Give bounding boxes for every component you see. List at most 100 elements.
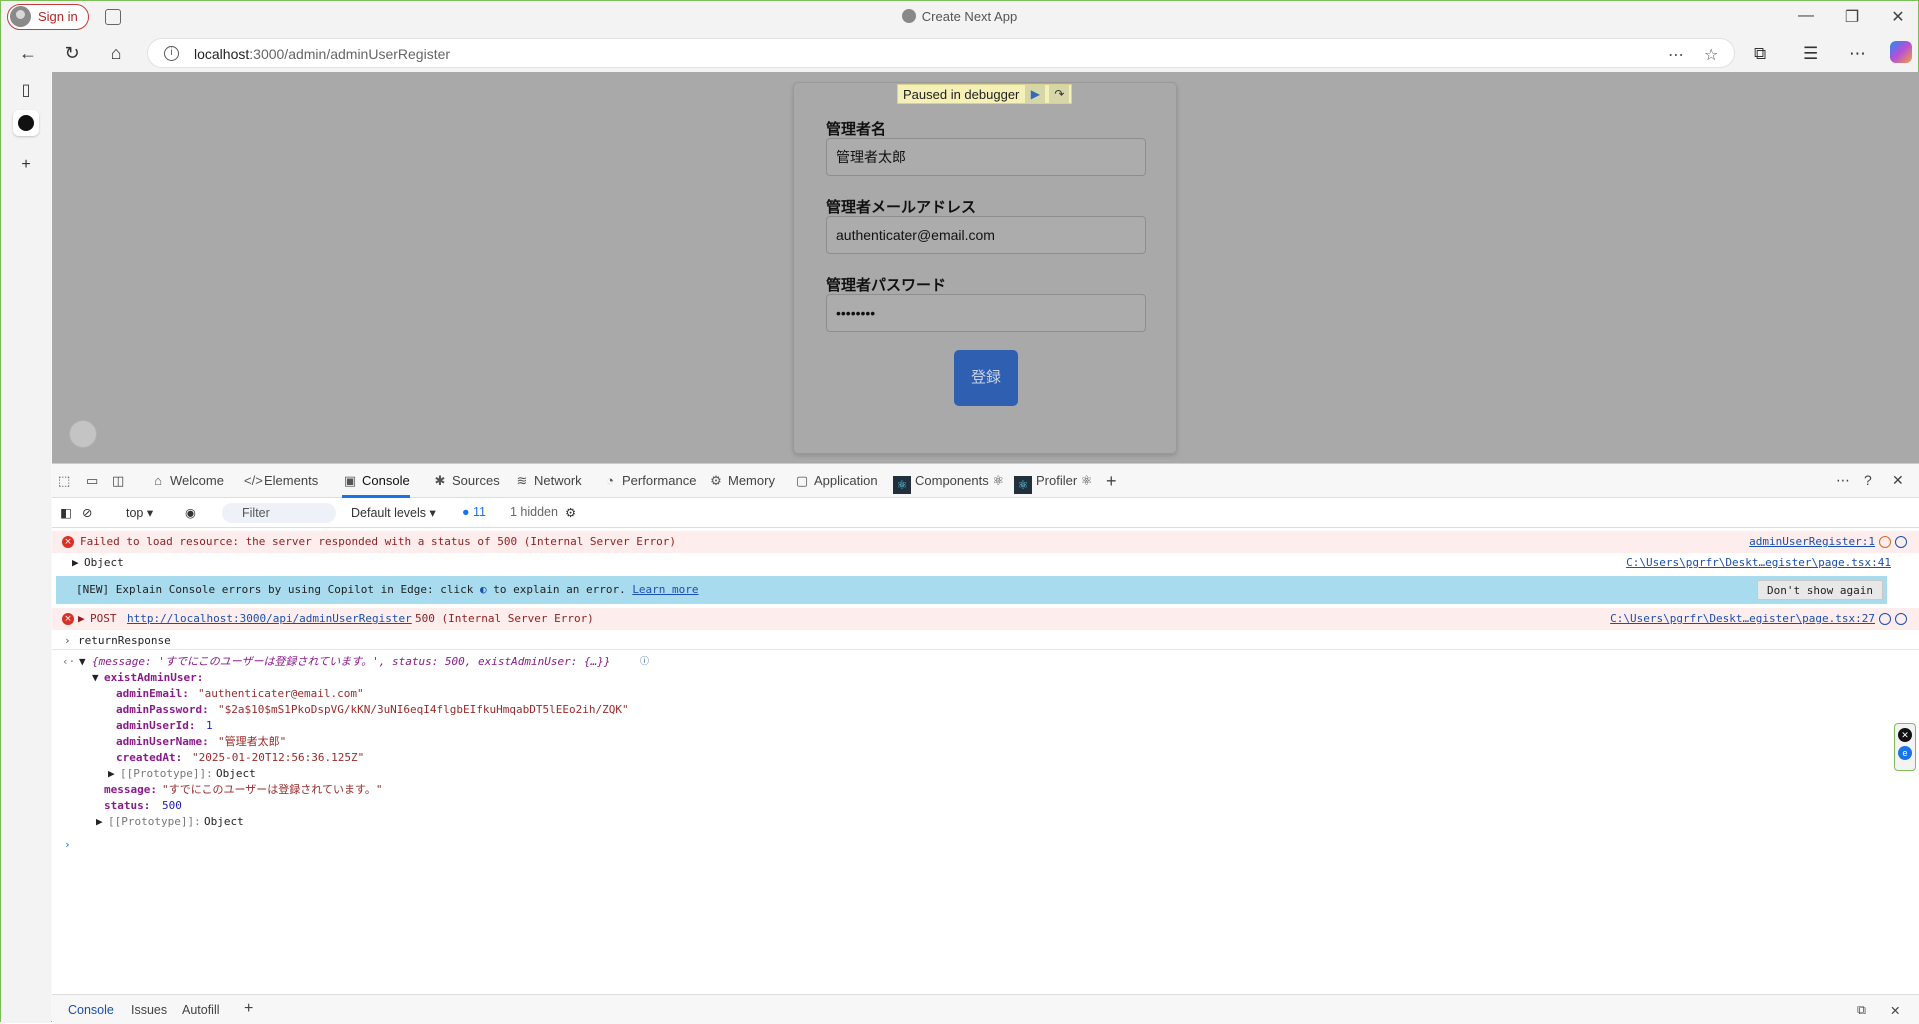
expand-arrow-icon[interactable]: ▼	[92, 670, 99, 686]
favorite-star-icon[interactable]: ☆	[1704, 45, 1718, 65]
tab-components[interactable]: ⚛ Components ⚛	[893, 464, 1004, 498]
admin-email-input[interactable]: authenticater@email.com	[826, 216, 1146, 254]
more-options-icon[interactable]: ⋯	[1836, 472, 1850, 489]
prompt-chevron-icon: ›	[64, 838, 71, 851]
drawer-tab-console[interactable]: Console	[68, 1003, 114, 1017]
tab-application[interactable]: ▢ Application	[794, 464, 878, 498]
add-tab-icon[interactable]: +	[1106, 464, 1117, 498]
application-icon: ▢	[795, 473, 809, 488]
url-host: localhost	[194, 46, 250, 62]
property-key: [[Prototype]]:	[120, 767, 213, 780]
copilot-explain-icon[interactable]	[1895, 536, 1907, 548]
property-key: adminPassword:	[116, 703, 209, 716]
dock-drawer-icon[interactable]: ⧉	[1857, 1003, 1866, 1018]
request-method: POST	[90, 612, 117, 625]
property-value: "すでにこのユーザーは登録されています。"	[162, 783, 383, 796]
dont-show-again-button[interactable]: Don't show again	[1757, 580, 1883, 600]
log-levels-label: Default levels	[351, 506, 427, 520]
refresh-icon[interactable]: ↻	[59, 40, 85, 66]
home-icon[interactable]: ⌂	[103, 40, 129, 66]
tab-memory[interactable]: ⚙ Memory	[708, 464, 775, 498]
live-expression-icon[interactable]: ◉	[185, 505, 196, 520]
resume-icon[interactable]: ▶	[1025, 85, 1046, 103]
expand-arrow-icon[interactable]: ▶	[78, 608, 85, 630]
console-prompt[interactable]: ›	[52, 836, 1919, 854]
extensions-icon[interactable]: ⧉	[1754, 44, 1766, 64]
tree-row-prototype[interactable]: ▶ [[Prototype]]: Object	[52, 766, 1919, 782]
tab-profiler[interactable]: ⚛ Profiler ⚛	[1014, 464, 1092, 498]
copilot-icon[interactable]	[1890, 41, 1912, 63]
sidebar-toggle-icon[interactable]: ◧	[60, 505, 72, 520]
tab-network[interactable]: ≋ Network	[514, 464, 582, 498]
device-emulation-icon[interactable]: ▭	[86, 464, 98, 498]
tree-row-existadminuser[interactable]: ▼ existAdminUser:	[52, 670, 1919, 686]
help-icon[interactable]: ?	[1864, 472, 1872, 488]
info-icon[interactable]	[1879, 613, 1891, 625]
close-circle-icon[interactable]: ✕	[1898, 728, 1912, 742]
minimize-icon[interactable]: —	[1796, 7, 1816, 25]
tab-profiler-label: Profiler ⚛	[1036, 473, 1093, 488]
expand-arrow-icon[interactable]: ▶	[72, 553, 79, 573]
console-log-line[interactable]: ▶ Object C:\Users\pgrfr\Deskt…egister\pa…	[52, 553, 1919, 573]
browser-window: Sign in Create Next App — ❐ ✕ ← ↻ ⌂ i lo…	[0, 0, 1919, 1024]
edge-app-icon[interactable]: e	[1898, 746, 1912, 760]
clear-console-icon[interactable]: ⊘	[82, 505, 92, 520]
drawer-tab-issues[interactable]: Issues	[131, 1003, 167, 1017]
tab-elements-label: Elements	[264, 473, 319, 488]
context-selector[interactable]: top ▾	[126, 505, 153, 520]
back-icon[interactable]: ←	[15, 40, 41, 66]
console-input-line[interactable]: › returnResponse	[52, 632, 1919, 650]
nextjs-dev-indicator[interactable]	[69, 420, 97, 448]
dock-icon[interactable]: ◫	[112, 464, 124, 498]
inspect-icon[interactable]: ⬚	[58, 464, 70, 498]
property-value: Object	[216, 767, 256, 780]
hidden-count: 1 hidden	[510, 505, 558, 519]
request-url-link[interactable]: http://localhost:3000/api/adminUserRegis…	[127, 608, 412, 630]
learn-more-link[interactable]: Learn more	[632, 583, 698, 596]
filter-input[interactable]: Filter	[222, 503, 336, 523]
register-button[interactable]: 登録	[954, 350, 1018, 406]
property-value: Object	[204, 815, 244, 828]
site-info-icon[interactable]: i	[164, 46, 179, 61]
tab-welcome-label: Welcome	[170, 473, 224, 488]
close-devtools-icon[interactable]: ✕	[1892, 472, 1904, 489]
property-value: 1	[206, 719, 213, 732]
settings-menu-icon[interactable]: ⋯	[1849, 44, 1866, 64]
step-over-icon[interactable]: ↷	[1049, 85, 1070, 103]
add-drawer-tab-icon[interactable]: +	[244, 1000, 253, 1018]
source-link[interactable]: adminUserRegister:1	[1749, 531, 1875, 553]
copilot-explain-icon[interactable]	[1895, 613, 1907, 625]
favorites-icon[interactable]: ☰	[1803, 44, 1818, 64]
active-tab-favicon[interactable]	[13, 110, 39, 136]
drawer-tab-autofill[interactable]: Autofill	[182, 1003, 220, 1017]
log-levels-dropdown[interactable]: Default levels ▾	[351, 505, 436, 520]
restore-icon[interactable]: ❐	[1842, 7, 1862, 27]
new-tab-icon[interactable]: +	[13, 152, 39, 178]
close-window-icon[interactable]: ✕	[1888, 7, 1908, 27]
property-key: adminUserId:	[116, 719, 196, 732]
tab-sources[interactable]: ✱ Sources	[432, 464, 500, 498]
console-settings-icon[interactable]: ⚙	[565, 505, 576, 520]
source-link[interactable]: C:\Users\pgrfr\Deskt…egister\page.tsx:41	[1626, 553, 1891, 573]
result-summary: {message: 'すでにこのユーザーは登録されています。', status:…	[92, 655, 611, 668]
tab-welcome[interactable]: ⌂ Welcome	[150, 464, 224, 498]
admin-password-input[interactable]: ••••••••	[826, 294, 1146, 332]
message-count-badge[interactable]: ● 11	[462, 505, 486, 519]
close-drawer-icon[interactable]: ✕	[1890, 1003, 1900, 1018]
console-result-line[interactable]: ‹· ▼ {message: 'すでにこのユーザーは登録されています。', st…	[52, 653, 1919, 671]
expand-arrow-icon[interactable]: ▶	[108, 766, 115, 782]
expand-arrow-icon[interactable]: ▶	[96, 814, 103, 830]
source-link[interactable]: C:\Users\pgrfr\Deskt…egister\page.tsx:27	[1610, 608, 1875, 630]
tab-elements[interactable]: </>Elements	[244, 464, 318, 498]
info-icon[interactable]	[1879, 536, 1891, 548]
tab-performance[interactable]: ◔ Performance	[602, 464, 696, 498]
sidebar-toggle-icon[interactable]: ▯	[13, 78, 39, 104]
more-tools-icon[interactable]: ⋯	[1668, 45, 1684, 65]
expand-arrow-icon[interactable]: ▼	[79, 653, 86, 671]
tree-row-createdat: createdAt: "2025-01-20T12:56:36.125Z"	[52, 750, 1919, 766]
title-bar: Sign in Create Next App — ❐ ✕	[1, 1, 1918, 34]
tab-console[interactable]: ▣ Console	[342, 464, 410, 498]
admin-name-input[interactable]: 管理者太郎	[826, 138, 1146, 176]
address-bar[interactable]: i localhost:3000/admin/adminUserRegister…	[147, 38, 1735, 68]
tree-row-prototype[interactable]: ▶ [[Prototype]]: Object	[52, 814, 1919, 830]
